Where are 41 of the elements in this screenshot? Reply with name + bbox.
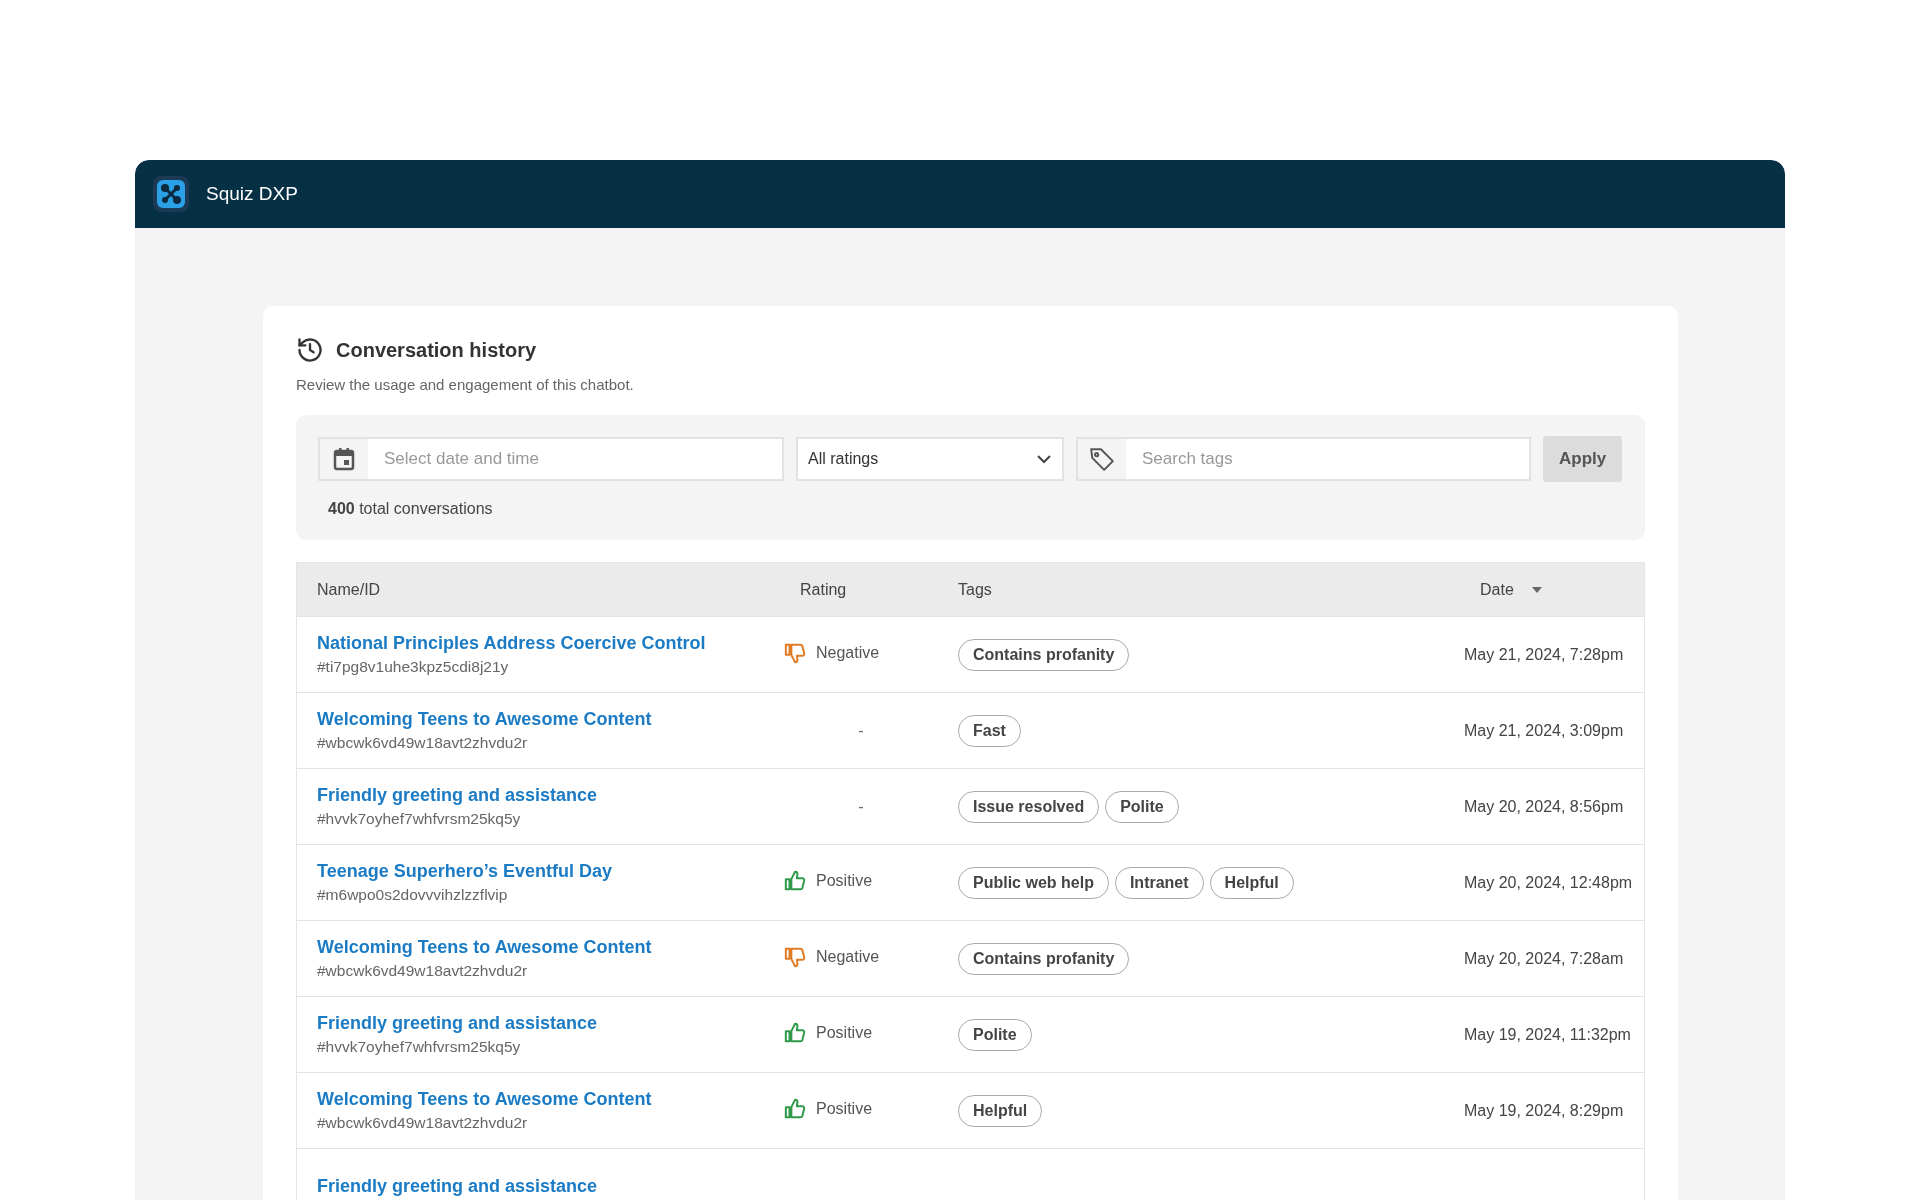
conversation-id: #wbcwk6vd49w18avt2zhvdu2r [317,734,529,752]
rating-label: Negative [816,947,880,966]
conversation-link[interactable]: Friendly greeting and assistance [317,1176,780,1197]
conversation-date: May 21, 2024, 7:28pm [1464,645,1624,663]
conversation-link[interactable]: Welcoming Teens to Awesome Content [317,937,780,958]
conversation-id: #wbcwk6vd49w18avt2zhvdu2r [317,962,529,980]
apply-button[interactable]: Apply [1543,436,1623,482]
conversation-link[interactable]: Friendly greeting and assistance [317,785,780,806]
column-header[interactable]: Date [1480,580,1514,599]
rating-label: Positive [816,1023,873,1042]
tags-search-field[interactable]: Search tags [1076,437,1531,481]
conversation-date: May 20, 2024, 12:48pm [1464,873,1633,891]
rating-empty: - [858,797,864,815]
conversation-id: #hvvk7oyhef7whfvrsm25kq5y [317,1038,522,1056]
conversation-date: May 20, 2024, 7:28am [1464,949,1624,967]
panel-subtitle: Review the usage and engagement of this chatbot. [296,376,635,393]
rating-empty: - [858,721,864,739]
ratings-dropdown[interactable]: All ratings [796,437,1064,481]
column-header[interactable]: Name/ID [317,580,381,599]
conversation-date: May 19, 2024, 8:29pm [1464,1101,1624,1119]
rating-label: Negative [816,643,880,662]
conversation-link[interactable]: National Principles Address Coercive Control [317,633,780,654]
column-header[interactable]: Tags [958,580,992,599]
date-field[interactable]: Select date and time [318,437,784,481]
conversation-id: #wbcwk6vd49w18avt2zhvdu2r [317,1114,529,1132]
conversation-link[interactable]: Welcoming Teens to Awesome Content [317,709,780,730]
rating-label: Positive [816,871,873,890]
conversation-date: May 19, 2024, 11:32pm [1464,1025,1631,1043]
conversation-link[interactable]: Teenage Superhero’s Eventful Day [317,861,780,882]
app-title: Squiz DXP [206,183,298,205]
conversation-date: May 21, 2024, 3:09pm [1464,721,1624,739]
conversation-link[interactable]: Welcoming Teens to Awesome Content [317,1089,780,1110]
conversation-date: May 20, 2024, 8:56pm [1464,797,1624,815]
rating-label: Positive [816,1099,873,1118]
panel-title: Conversation history [336,338,537,362]
conversation-id: #hvvk7oyhef7whfvrsm25kq5y [317,810,522,828]
conversation-link[interactable]: Friendly greeting and assistance [317,1013,780,1034]
conversation-id: #ti7pg8v1uhe3kpz5cdi8j21y [317,658,510,676]
column-header[interactable]: Rating [800,580,847,599]
total-conversations: 400 total conversations [328,500,494,518]
conversation-id: #m6wpo0s2dovvvihzlzzflvip [317,886,509,904]
